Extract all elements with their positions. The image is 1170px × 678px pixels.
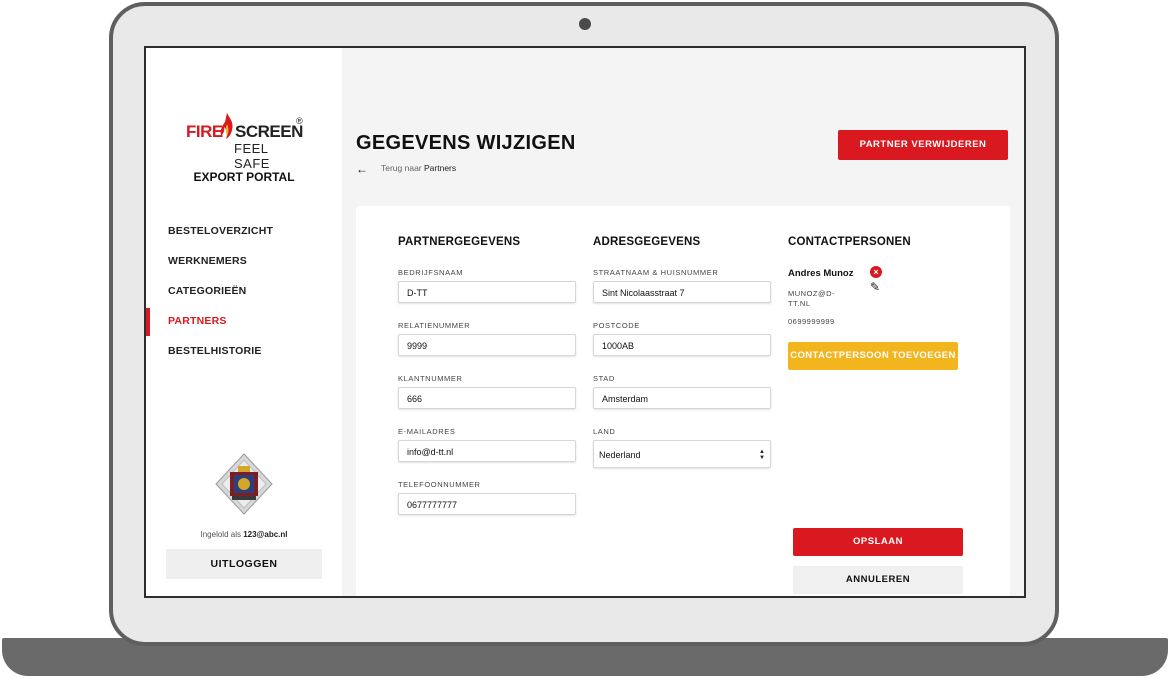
camera-dot [579,18,591,30]
delete-partner-button[interactable]: PARTNER VERWIJDEREN [838,130,1008,160]
page-title: GEGEVENS WIJZIGEN [356,132,576,154]
royal-crest-icon [215,453,273,515]
sidebar-item-besteloverzicht[interactable]: BESTELOVERZICHT [146,216,342,246]
app-screen: FIRE SCREEN ® FEEL SAFE EXPORT PORTAL BE… [144,46,1026,598]
phone-input[interactable]: 0677777777 [398,493,576,515]
field-label: STRAATNAAM & HUISNUMMER [593,268,719,277]
sidebar-item-categorieen[interactable]: CATEGORIEËN [146,276,342,306]
partner-section: PARTNERGEGEVENS BEDRIJFSNAAM D-TT RELATI… [398,236,578,533]
logo-fire-text: FIRE [186,122,223,141]
cancel-button[interactable]: ANNULEREN [793,566,963,594]
field-label: KLANTNUMMER [398,374,463,383]
pencil-edit-icon[interactable]: ✎ [870,280,880,294]
contact-phone: 0699999999 [788,317,835,326]
field-label: POSTCODE [593,321,640,330]
logout-button[interactable]: UITLOGGEN [166,549,322,579]
portal-title: EXPORT PORTAL [193,170,295,184]
relation-number-input[interactable]: 9999 [398,334,576,356]
country-select[interactable]: Nederland ▲ ▼ [593,440,771,468]
contacts-section-title: CONTACTPERSONEN [788,236,911,248]
customer-number-input[interactable]: 666 [398,387,576,409]
company-name-input[interactable]: D-TT [398,281,576,303]
sidebar-item-bestelhistorie[interactable]: BESTELHISTORIE [146,336,342,366]
street-input[interactable]: Sint Nicolaasstraat 7 [593,281,771,303]
registered-mark: ® [296,116,303,126]
breadcrumb-link-partners[interactable]: Partners [424,163,456,173]
postcode-input[interactable]: 1000AB [593,334,771,356]
field-label: RELATIENUMMER [398,321,471,330]
login-prefix: Ingelold als [200,530,241,539]
sidebar-item-werknemers[interactable]: WERKNEMERS [146,246,342,276]
field-label: LAND [593,427,616,436]
field-label: STAD [593,374,615,383]
sidebar-nav: BESTELOVERZICHT WERKNEMERS CATEGORIEËN P… [146,216,342,366]
address-section: ADRESGEGEVENS STRAATNAAM & HUISNUMMER Si… [593,236,773,486]
email-input[interactable]: info@d-tt.nl [398,440,576,462]
country-select-value: Nederland [599,450,641,460]
field-label: TELEFOONNUMMER [398,480,481,489]
partner-section-title: PARTNERGEGEVENS [398,236,521,248]
edit-form-card: PARTNERGEGEVENS BEDRIJFSNAAM D-TT RELATI… [356,206,1010,596]
select-arrows-icon: ▲ ▼ [759,449,765,461]
save-button[interactable]: OPSLAAN [793,528,963,556]
flame-icon [220,113,233,139]
city-input[interactable]: Amsterdam [593,387,771,409]
firescreen-logo: FIRE SCREEN ® FEEL SAFE [186,110,306,171]
contact-item: Andres Munoz × ✎ MUNOZ@D-TT.NL 069999999… [788,266,968,326]
sidebar-item-partners[interactable]: PARTNERS [146,306,342,336]
logo-screen-text: SCREEN [235,122,303,141]
login-status: Ingelold als 123@abc.nl [146,530,342,539]
breadcrumb: Terug naar Partners [381,163,456,173]
sidebar: FIRE SCREEN ® FEEL SAFE EXPORT PORTAL BE… [146,48,342,596]
login-user: 123@abc.nl [243,530,288,539]
arrow-left-icon[interactable]: ← [356,162,368,176]
field-label: BEDRIJFSNAAM [398,268,464,277]
address-section-title: ADRESGEGEVENS [593,236,701,248]
contact-email: MUNOZ@D-TT.NL [788,289,836,308]
logo-tagline: FEEL SAFE [234,141,270,171]
remove-contact-icon[interactable]: × [870,266,882,278]
add-contact-button[interactable]: CONTACTPERSOON TOEVOEGEN [788,342,958,370]
contacts-section: CONTACTPERSONEN Andres Munoz × ✎ MUNOZ@D… [788,236,968,370]
breadcrumb-prefix: Terug naar [381,163,422,173]
field-label: E-MAILADRES [398,427,456,436]
